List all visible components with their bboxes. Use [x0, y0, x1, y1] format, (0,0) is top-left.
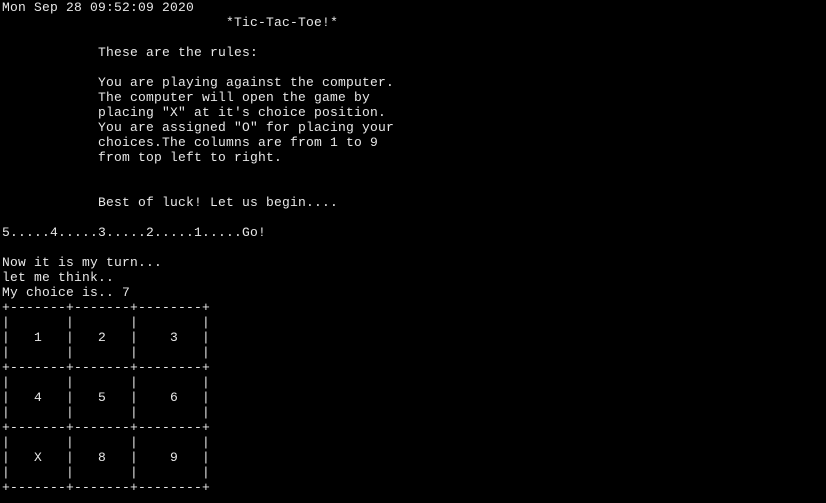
turn-line: let me think..	[2, 270, 114, 285]
timestamp: Mon Sep 28 09:52:09 2020	[2, 0, 194, 15]
board-line: +-------+-------+--------+	[2, 420, 210, 435]
rules-header: These are the rules:	[98, 45, 258, 60]
turn-line: Now it is my turn...	[2, 255, 162, 270]
board-line: | | | |	[2, 465, 210, 480]
countdown: 5.....4.....3.....2.....1.....Go!	[2, 225, 266, 240]
board-line: | | | |	[2, 315, 210, 330]
board-line: | X | 8 | 9 |	[2, 450, 210, 465]
board-line: +-------+-------+--------+	[2, 300, 210, 315]
turn-line: My choice is.. 7	[2, 285, 130, 300]
board-line: | | | |	[2, 405, 210, 420]
board-line: +-------+-------+--------+	[2, 480, 210, 495]
board-line: | | | |	[2, 345, 210, 360]
good-luck: Best of luck! Let us begin....	[98, 195, 338, 210]
board-line: | 4 | 5 | 6 |	[2, 390, 210, 405]
rules-line: choices.The columns are from 1 to 9	[98, 135, 378, 150]
board-line: | | | |	[2, 435, 210, 450]
rules-line: from top left to right.	[98, 150, 282, 165]
rules-line: The computer will open the game by	[98, 90, 370, 105]
game-title: *Tic-Tac-Toe!*	[226, 15, 338, 30]
board-line: +-------+-------+--------+	[2, 360, 210, 375]
rules-line: placing "X" at it's choice position.	[98, 105, 386, 120]
rules-line: You are playing against the computer.	[98, 75, 394, 90]
board-line: | | | |	[2, 375, 210, 390]
rules-line: You are assigned "O" for placing your	[98, 120, 394, 135]
terminal-output: Mon Sep 28 09:52:09 2020 *Tic-Tac-Toe!* …	[0, 0, 826, 495]
board-line: | 1 | 2 | 3 |	[2, 330, 210, 345]
